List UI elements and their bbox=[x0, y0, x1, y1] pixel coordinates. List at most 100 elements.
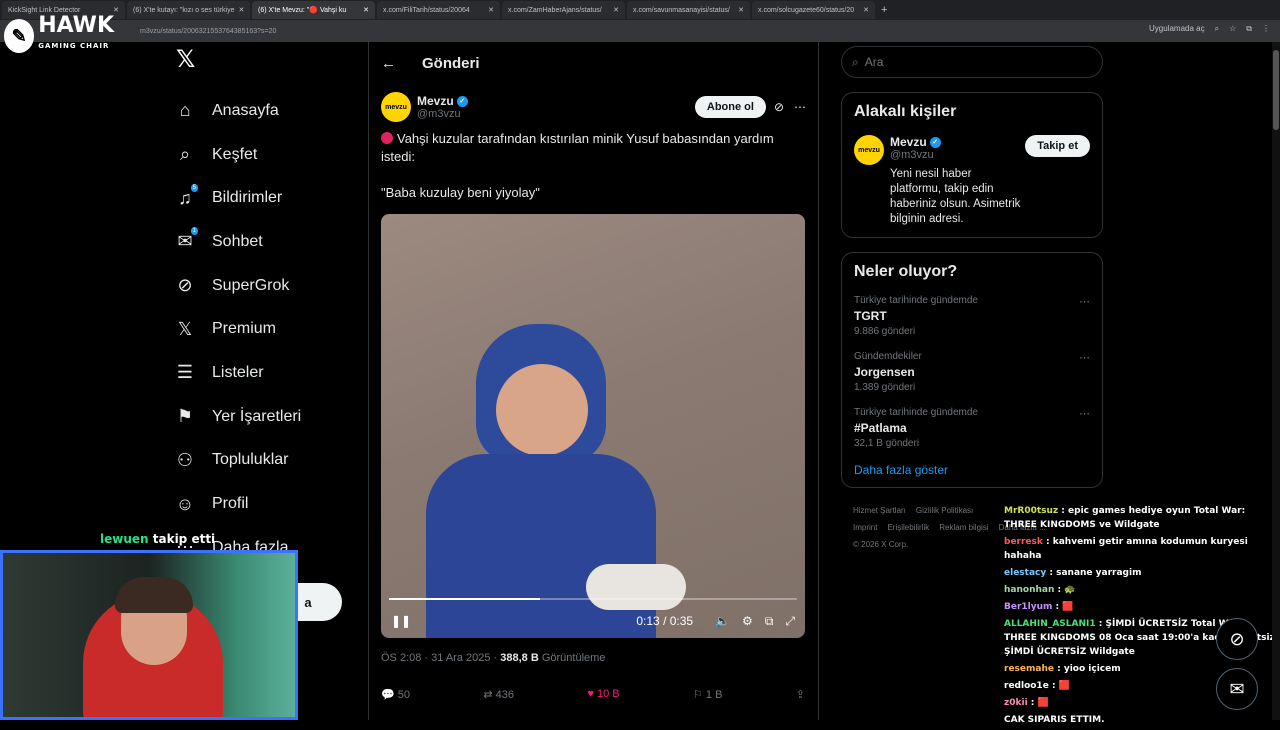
show-more-link[interactable]: Daha fazla göster bbox=[854, 463, 1090, 477]
close-tab-icon[interactable]: ✕ bbox=[363, 6, 369, 14]
reply-button[interactable]: 💬 50 bbox=[381, 688, 410, 701]
sidebar-item-premium[interactable]: 𝕏 Premium bbox=[170, 307, 365, 351]
follow-button[interactable]: Takip et bbox=[1025, 135, 1090, 157]
x-logo-icon[interactable]: 𝕏 bbox=[176, 45, 365, 73]
close-tab-icon[interactable]: ✕ bbox=[113, 6, 119, 14]
close-tab-icon[interactable]: ✕ bbox=[738, 6, 744, 14]
author-handle[interactable]: @m3vzu bbox=[417, 108, 468, 120]
messages-fab-icon[interactable]: ✉ bbox=[1216, 668, 1258, 710]
more-options-icon[interactable]: ⋯ bbox=[794, 100, 806, 114]
share-icon[interactable]: ⇪ bbox=[796, 688, 805, 701]
sidebar-item-profile[interactable]: ☺ Profil bbox=[170, 482, 365, 526]
sidebar-item-supergrok[interactable]: ⊘ SuperGrok bbox=[170, 264, 365, 308]
sponsor-brand: HAWK GAMING CHAIR bbox=[38, 13, 114, 51]
more-options-icon[interactable]: ⋯ bbox=[1079, 295, 1090, 308]
author-info: Mevzu ✓ @m3vzu bbox=[417, 94, 468, 120]
browser-tab[interactable]: x.com/ZamHaberAjans/status/ ✕ bbox=[502, 1, 625, 19]
sidebar-item-notifications[interactable]: ♫ 5 Bildirimler bbox=[170, 176, 365, 220]
bookmark-button[interactable]: ⚐ 1 B bbox=[693, 688, 722, 701]
url-text: m3vzu/status/2006321553764385163?s=20 bbox=[140, 27, 277, 35]
author-name[interactable]: Mevzu bbox=[417, 94, 454, 108]
communities-icon: ⚇ bbox=[176, 449, 194, 470]
streamer-webcam bbox=[0, 550, 298, 720]
browser-tab[interactable]: x.com/solcugazete60/status/20 ✕ bbox=[752, 1, 875, 19]
avatar[interactable]: mevzu bbox=[381, 92, 411, 122]
copyright: © 2026 X Corp. bbox=[853, 540, 909, 549]
profile-icon: ☺ bbox=[175, 493, 195, 514]
subscribe-button[interactable]: Abone ol bbox=[694, 96, 766, 118]
repost-button[interactable]: ⇄ 436 bbox=[483, 688, 514, 701]
browser-tab[interactable]: x.com/savunmasanayisi/status/ ✕ bbox=[627, 1, 750, 19]
tab-title: (6) X'te kutayı: "kızı o ses türkiye bbox=[133, 6, 235, 14]
new-tab-icon[interactable]: + bbox=[881, 4, 887, 16]
browser-tab[interactable]: (6) X'te kutayı: "kızı o ses türkiye ✕ bbox=[127, 1, 250, 19]
post-quote: "Baba kuzulay beni yiyolay" bbox=[381, 185, 540, 200]
video-progress-bar[interactable] bbox=[389, 598, 797, 600]
post-date[interactable]: ÖS 2:08 · 31 Ara 2025 · bbox=[381, 652, 500, 664]
browser-tab[interactable]: x.com/FiliTarih/status/20064 ✕ bbox=[377, 1, 500, 19]
menu-icon[interactable]: ⋮ bbox=[1262, 24, 1270, 34]
list-icon: ☰ bbox=[176, 362, 194, 383]
person-name[interactable]: Mevzu bbox=[890, 135, 927, 149]
red-circle-icon bbox=[381, 132, 393, 144]
tab-title: x.com/solcugazete60/status/20 bbox=[758, 6, 855, 14]
settings-gear-icon[interactable]: ⚙ bbox=[742, 614, 753, 628]
close-tab-icon[interactable]: ✕ bbox=[863, 6, 869, 14]
sidebar-item-bookmarks[interactable]: ⚑ Yer İşaretleri bbox=[170, 395, 365, 439]
sidebar-item-label: Listeler bbox=[212, 363, 264, 381]
footer-link[interactable]: Gizlilik Politikası bbox=[916, 506, 973, 515]
open-in-app-button[interactable]: Uygulamada aç bbox=[1149, 24, 1205, 34]
message-badge: 1 bbox=[190, 227, 198, 236]
like-button[interactable]: ♥ 10 B bbox=[587, 688, 619, 701]
bookmark-star-icon[interactable]: ☆ bbox=[1229, 24, 1236, 34]
column-divider bbox=[818, 42, 819, 720]
close-tab-icon[interactable]: ✕ bbox=[613, 6, 619, 14]
stream-sponsor-logo: ✎ HAWK GAMING CHAIR bbox=[4, 13, 114, 56]
footer-link[interactable]: Imprint bbox=[853, 523, 877, 532]
extensions-icon[interactable]: ⧉ bbox=[1246, 24, 1252, 34]
tab-title: x.com/ZamHaberAjans/status/ bbox=[508, 6, 602, 14]
sidebar-item-lists[interactable]: ☰ Listeler bbox=[170, 351, 365, 395]
footer-link[interactable]: Erişilebilirlik bbox=[887, 523, 929, 532]
repost-icon: ⇄ bbox=[483, 689, 493, 701]
footer-link[interactable]: Reklam bilgisi bbox=[939, 523, 988, 532]
sidebar-item-home[interactable]: ⌂ Anasayfa bbox=[170, 89, 365, 133]
scrollbar-thumb[interactable] bbox=[1273, 50, 1279, 130]
grok-fab-icon[interactable]: ⊘ bbox=[1216, 618, 1258, 660]
video-time: 0:13 / 0:35 bbox=[636, 614, 694, 628]
trend-item[interactable]: Türkiye tarihinde gündemde #Patlama 32,1 B… bbox=[854, 407, 1090, 449]
footer-link[interactable]: Hizmet Şartları bbox=[853, 506, 906, 515]
page-scrollbar[interactable] bbox=[1272, 42, 1280, 720]
search-icon: ⌕ bbox=[179, 144, 191, 165]
sidebar-item-explore[interactable]: ⌕ Keşfet bbox=[170, 133, 365, 177]
address-bar[interactable]: m3vzu/status/2006321553764385163?s=20 bbox=[0, 20, 1280, 42]
browser-tab-active[interactable]: (6) X'te Mevzu: "🔴 Vahşi ku ✕ bbox=[252, 1, 375, 19]
close-tab-icon[interactable]: ✕ bbox=[488, 6, 494, 14]
zoom-icon[interactable]: ⌕ bbox=[1215, 24, 1219, 34]
webcam-hair bbox=[115, 577, 193, 613]
pause-icon[interactable]: ❚❚ bbox=[391, 614, 411, 628]
trend-item[interactable]: Türkiye tarihinde gündemde TGRT 9.886 gönd… bbox=[854, 295, 1090, 337]
grok-icon[interactable]: ⊘ bbox=[774, 100, 784, 114]
sidebar-item-label: Profil bbox=[212, 495, 249, 513]
sidebar-item-messages[interactable]: ✉ 1 Sohbet bbox=[170, 220, 365, 264]
post-meta: ÖS 2:08 · 31 Ara 2025 · 388,8 B Görüntül… bbox=[381, 652, 605, 664]
related-title: Alakalı kişiler bbox=[854, 103, 957, 120]
person-bio: Yeni nesil haber platformu, takip edin h… bbox=[890, 168, 1021, 225]
search-input[interactable]: ⌕ Ara bbox=[841, 46, 1103, 78]
fullscreen-icon[interactable]: ⤢ bbox=[785, 614, 795, 629]
post-header: ← Gönderi bbox=[369, 42, 818, 84]
related-person[interactable]: mevzu Mevzu ✓ @m3vzu Yeni nesil haber pla… bbox=[854, 135, 1090, 227]
back-arrow-icon[interactable]: ← bbox=[381, 55, 396, 72]
more-options-icon[interactable]: ⋯ bbox=[1079, 351, 1090, 364]
avatar[interactable]: mevzu bbox=[854, 135, 884, 165]
pip-icon[interactable]: ⧉ bbox=[765, 614, 774, 629]
browser-tab-bar: KickSight Link Detector ✕ (6) X'te kutayı… bbox=[0, 0, 1280, 20]
more-options-icon[interactable]: ⋯ bbox=[1079, 407, 1090, 420]
video-player[interactable]: ❚❚ 0:13 / 0:35 🔈 ⚙ ⧉ ⤢ bbox=[381, 214, 805, 638]
trend-item[interactable]: Gündemdekiler Jorgensen 1.389 gönderi ⋯ bbox=[854, 351, 1090, 393]
volume-icon[interactable]: 🔈 bbox=[715, 614, 730, 628]
close-tab-icon[interactable]: ✕ bbox=[238, 6, 244, 14]
sidebar-item-communities[interactable]: ⚇ Topluluklar bbox=[170, 439, 365, 483]
follow-alert: lewuen takip etti bbox=[100, 532, 216, 546]
